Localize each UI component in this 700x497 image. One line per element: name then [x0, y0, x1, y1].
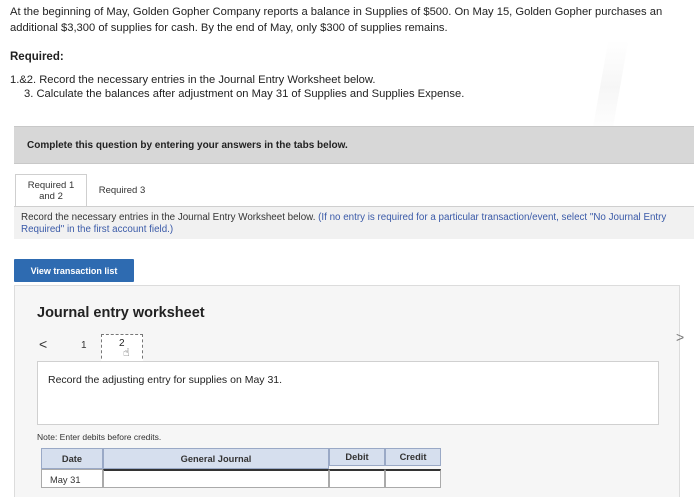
required-list: 1.&2. Record the necessary entries in th…: [10, 73, 464, 101]
column-header-debit: Debit: [329, 448, 385, 466]
required-item-1-2: 1.&2. Record the necessary entries in th…: [10, 74, 376, 86]
problem-statement: At the beginning of May, Golden Gopher C…: [10, 6, 663, 34]
instructions-main: Record the necessary entries in the Jour…: [21, 212, 316, 223]
table-row-date-cell: May 31: [41, 469, 103, 488]
account-select-field[interactable]: [103, 469, 329, 488]
tab-instructions: Record the necessary entries in the Jour…: [14, 206, 694, 239]
tab-bar: Required 1 and 2 Required 3: [15, 174, 175, 207]
debit-input[interactable]: [329, 469, 385, 488]
column-header-general-journal: General Journal: [103, 448, 329, 469]
page-2-link[interactable]: 2 ☝: [101, 334, 143, 364]
banner-text: Complete this question by entering your …: [27, 140, 348, 151]
credit-input[interactable]: [385, 469, 441, 488]
tab-label-line1: Required 1: [27, 180, 75, 191]
entry-prompt: Record the adjusting entry for supplies …: [48, 374, 283, 386]
instructions-banner: Complete this question by entering your …: [14, 126, 694, 164]
hand-cursor-icon: ☝: [123, 347, 130, 359]
required-item-3: 3. Calculate the balances after adjustme…: [24, 88, 465, 100]
column-header-credit: Credit: [385, 448, 441, 466]
worksheet-title: Journal entry worksheet: [37, 305, 205, 321]
prev-page-icon[interactable]: <: [39, 336, 47, 352]
view-transaction-list-button[interactable]: View transaction list: [14, 259, 134, 282]
tab-label: Required 3: [98, 184, 146, 196]
entry-note: Note: Enter debits before credits.: [37, 432, 162, 442]
photo-glare: [591, 40, 629, 135]
tab-required-1-and-2[interactable]: Required 1 and 2: [15, 174, 87, 207]
tab-required-3[interactable]: Required 3: [87, 174, 157, 206]
entry-prompt-box: Record the adjusting entry for supplies …: [37, 361, 659, 425]
column-header-date: Date: [41, 448, 103, 469]
next-page-icon[interactable]: >: [676, 329, 684, 345]
journal-entry-worksheet: Journal entry worksheet < 1 2 ☝ > Record…: [14, 285, 684, 497]
page-1-link[interactable]: 1: [81, 340, 87, 351]
required-heading: Required:: [10, 51, 64, 63]
tab-label-line2: and 2: [39, 191, 63, 202]
